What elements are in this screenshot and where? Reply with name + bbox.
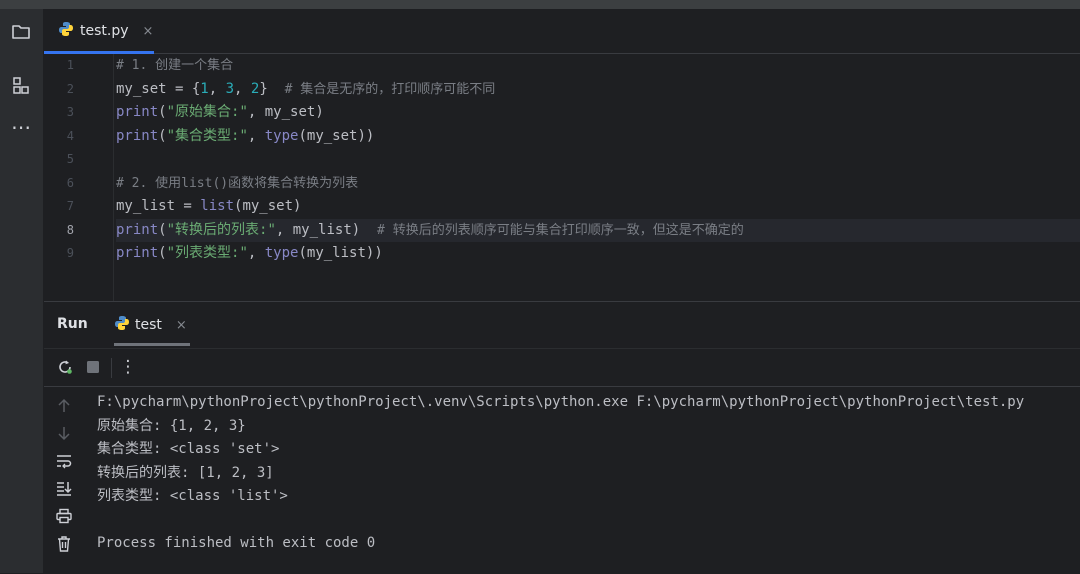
code-token: ( xyxy=(158,127,167,144)
code-token: print xyxy=(116,127,159,144)
code-token: "列表类型:" xyxy=(166,245,248,261)
code-token: # 转换后的列表顺序可能与集合打印顺序一致，但这是不确定的 xyxy=(377,222,744,238)
code-line[interactable]: print("集合类型:", type(my_set)) xyxy=(116,125,1080,149)
code-token: , xyxy=(247,245,265,261)
code-token: , my_list) xyxy=(275,221,378,238)
structure-icon[interactable] xyxy=(8,73,34,99)
editor-tab-bar: test.py × xyxy=(44,9,1080,54)
code-token: } xyxy=(259,80,285,97)
console-line: 列表类型: <class 'list'> xyxy=(97,488,288,504)
line-number: 3 xyxy=(66,105,74,119)
trash-icon[interactable] xyxy=(54,534,74,554)
code-line[interactable]: my_set = {1, 3, 2} # 集合是无序的，打印顺序可能不同 xyxy=(116,78,1080,102)
stop-icon[interactable] xyxy=(83,357,103,377)
console-line: 原始集合: {1, 2, 3} xyxy=(97,417,246,434)
run-panel-header: Run test × xyxy=(44,302,1080,348)
close-icon[interactable]: × xyxy=(176,318,187,333)
python-file-icon xyxy=(58,21,74,41)
code-token: ( xyxy=(158,104,167,120)
line-number: 4 xyxy=(66,128,74,143)
line-number: 9 xyxy=(66,246,74,260)
code-line[interactable]: # 1. 创建一个集合 xyxy=(116,54,1080,78)
activity-bar: ⋯ xyxy=(0,9,44,573)
console-line: F:\pycharm\pythonProject\pythonProject\.… xyxy=(97,394,1025,410)
code-line[interactable] xyxy=(116,148,1080,172)
code-token: , xyxy=(234,80,251,97)
code-token: , xyxy=(247,127,265,144)
line-number: 8 xyxy=(66,222,74,237)
code-token: 1 xyxy=(200,80,209,97)
line-number: 7 xyxy=(66,199,74,213)
code-token: , my_set) xyxy=(247,104,324,120)
rerun-icon[interactable] xyxy=(55,357,75,377)
line-number-gutter: 1 2 3 4 5 6 7 8 9 xyxy=(44,54,114,301)
tab-label: test.py xyxy=(80,23,129,39)
folder-icon[interactable] xyxy=(8,19,34,45)
run-panel-title: Run xyxy=(57,316,88,332)
gutter-divider xyxy=(113,54,114,301)
run-toolbar: ⋮ xyxy=(44,348,1080,387)
code-token: print xyxy=(116,221,159,238)
more-options-icon[interactable]: ⋮ xyxy=(118,357,138,377)
code-line[interactable]: print("原始集合:", my_set) xyxy=(116,101,1080,125)
code-token: my_set = { xyxy=(116,80,201,97)
code-token: 3 xyxy=(225,80,235,97)
code-token: print xyxy=(116,245,159,261)
code-token: "集合类型:" xyxy=(166,127,248,144)
code-token: # 2. 使用list()函数将集合转换为列表 xyxy=(116,175,359,191)
run-tab-label: test xyxy=(135,317,162,333)
python-run-icon xyxy=(114,315,130,335)
code-token: ( xyxy=(158,221,167,238)
code-token: "转换后的列表:" xyxy=(166,221,276,238)
console-side-toolbar xyxy=(44,386,84,574)
code-token: type xyxy=(264,245,299,261)
code-token: ( xyxy=(158,245,167,261)
code-line[interactable]: # 2. 使用list()函数将集合转换为列表 xyxy=(116,172,1080,196)
code-line[interactable]: my_list = list(my_set) xyxy=(116,195,1080,219)
code-token: # 集合是无序的，打印顺序可能不同 xyxy=(284,81,496,97)
up-arrow-icon[interactable] xyxy=(54,396,74,416)
run-panel: Run test × ⋮ F:\pycharm\pythonProject\py… xyxy=(44,301,1080,574)
code-line[interactable]: print("转换后的列表:", my_list) # 转换后的列表顺序可能与集… xyxy=(116,218,1080,242)
code-token: print xyxy=(116,104,159,120)
code-token: my_list = xyxy=(116,198,201,214)
console-line: 集合类型: <class 'set'> xyxy=(97,441,280,457)
down-arrow-icon[interactable] xyxy=(54,423,74,443)
toolbar-separator xyxy=(111,358,112,378)
code-token: , xyxy=(208,80,226,97)
print-icon[interactable] xyxy=(54,506,74,526)
title-bar-strip xyxy=(0,0,1080,9)
code-token: (my_set) xyxy=(234,198,302,214)
soft-wrap-icon[interactable] xyxy=(54,451,74,471)
more-tools-icon[interactable]: ⋯ xyxy=(8,114,34,140)
run-tab-test[interactable]: test × xyxy=(114,302,190,348)
line-number: 6 xyxy=(66,175,74,190)
code-token: "原始集合:" xyxy=(166,104,248,120)
code-token: (my_set)) xyxy=(298,127,375,144)
tab-test-py[interactable]: test.py × xyxy=(44,9,154,54)
scroll-to-end-icon[interactable] xyxy=(54,478,74,498)
run-tab-indicator xyxy=(114,343,190,346)
line-number: 5 xyxy=(66,152,74,166)
console-line: Process finished with exit code 0 xyxy=(97,535,376,551)
line-number: 1 xyxy=(66,58,74,72)
line-number: 2 xyxy=(66,81,74,96)
code-token: list xyxy=(200,198,235,214)
console-line: 转换后的列表: [1, 2, 3] xyxy=(97,464,274,481)
code-token: # 1. 创建一个集合 xyxy=(116,58,234,73)
code-line[interactable]: print("列表类型:", type(my_list)) xyxy=(116,242,1080,266)
code-token: (my_list)) xyxy=(298,245,383,261)
code-token: type xyxy=(264,127,299,144)
close-icon[interactable]: × xyxy=(143,24,154,39)
editor-area: test.py × 1 2 3 4 5 6 7 8 9 # 1. 创建一个集合 my_set = … xyxy=(44,9,1080,301)
